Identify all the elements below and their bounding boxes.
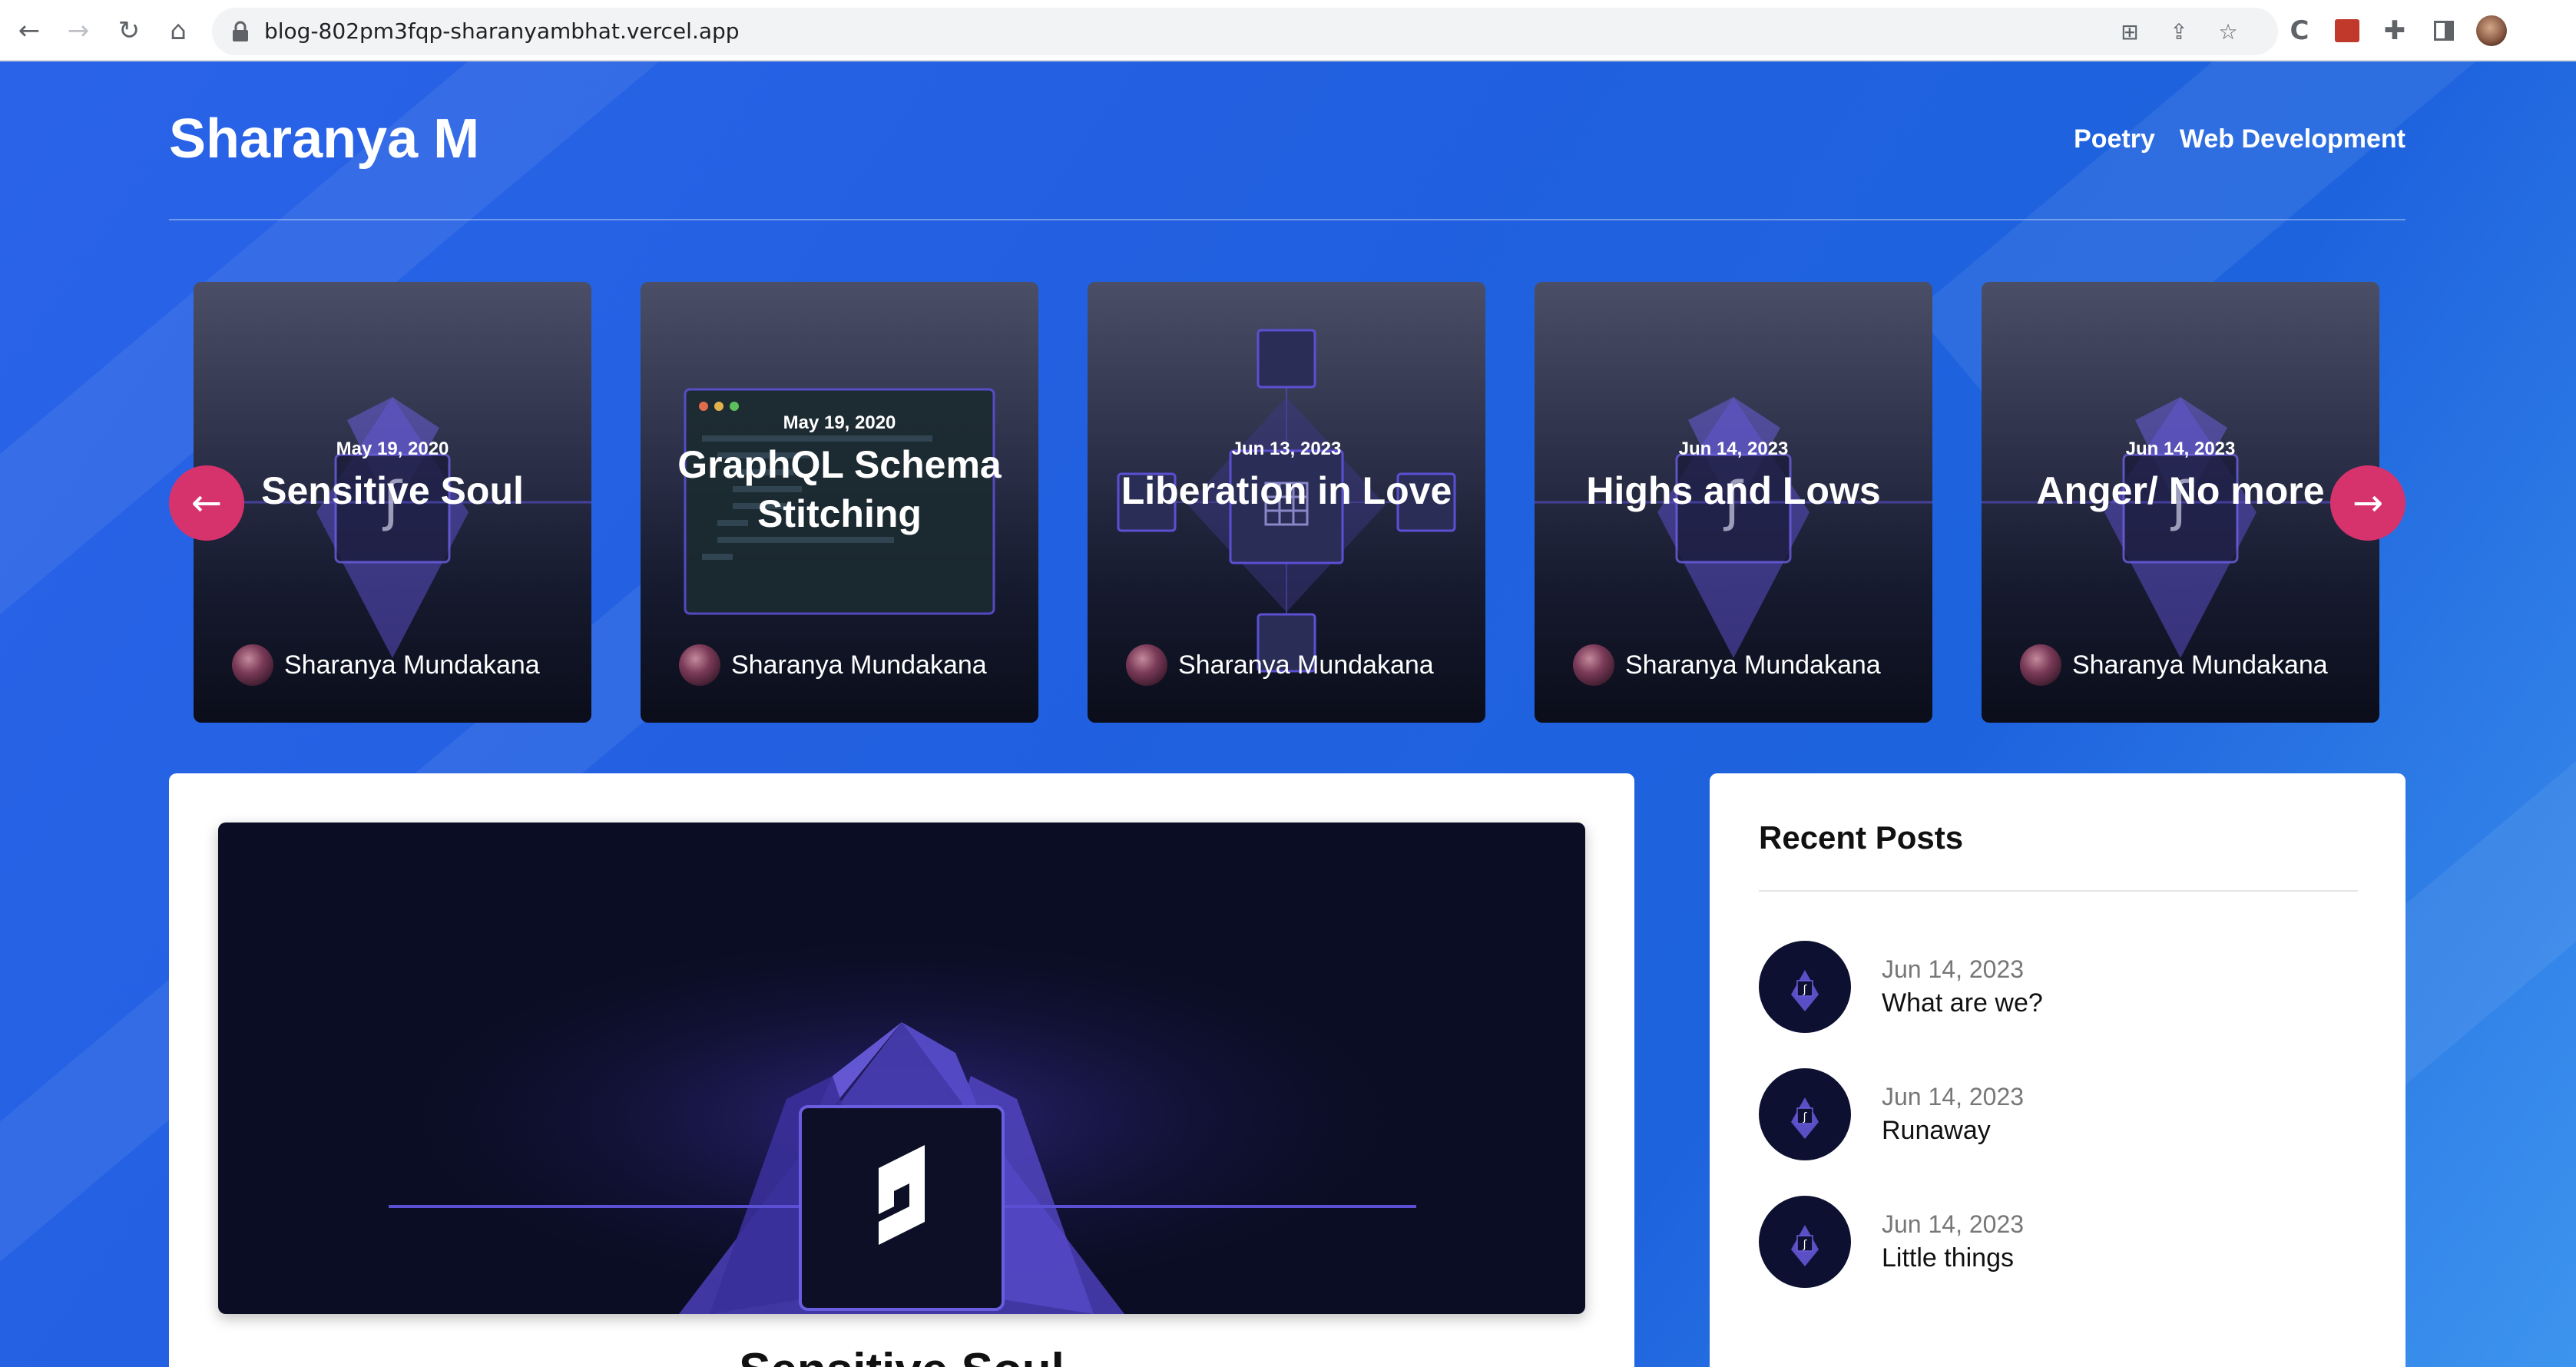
recent-posts-heading: Recent Posts [1759,819,1964,856]
author-name: Sharanya Mundakana [2072,650,2328,680]
card-date: Jun 13, 2023 [1231,439,1342,459]
address-bar[interactable]: blog-802pm3fqp-sharanyambhat.vercel.app … [212,8,2278,55]
graphcms-illustration [218,823,1585,1314]
recent-post-date: Jun 14, 2023 [1882,955,2025,983]
browser-toolbar: ← → ↻ ⌂ blog-802pm3fqp-sharanyambhat.ver… [0,0,2576,61]
author-avatar [1126,644,1167,686]
card-date: Jun 14, 2023 [2125,439,2236,459]
recent-post-item[interactable]: ʃ Jun 14, 2023 Runaway [1759,1068,2024,1160]
header-divider [169,219,2405,220]
card-date: May 19, 2020 [336,439,449,459]
author-avatar [679,644,720,686]
recent-post-date: Jun 14, 2023 [1882,1083,2025,1110]
back-icon[interactable]: ← [12,14,46,48]
recent-posts-divider [1759,890,2358,892]
translate-icon[interactable]: ⊞ [2117,18,2143,45]
lock-icon [233,21,248,41]
url-text: blog-802pm3fqp-sharanyambhat.vercel.app [264,18,740,44]
carousel-card[interactable]: ʃ Jun 14, 2023 Anger/ No more Sharanya M… [1982,282,2379,723]
author-avatar [2020,644,2061,686]
card-author: Sharanya Mundakana [1573,644,1881,686]
share-icon[interactable]: ⇪ [2166,18,2192,45]
author-name: Sharanya Mundakana [284,650,540,680]
card-title[interactable]: Liberation in Love [1088,466,1485,515]
featured-post: Sensitive Soul [169,773,1634,1367]
author-avatar [1573,644,1614,686]
graphcms-thumbnail-icon: ʃ [1791,1225,1819,1266]
side-panel-icon[interactable] [2427,14,2461,48]
site-title[interactable]: Sharanya M [169,108,479,170]
carousel-card[interactable]: ʃ May 19, 2020 Sensitive Soul Sharanya M… [194,282,591,723]
card-author: Sharanya Mundakana [2020,644,2328,686]
author-name: Sharanya Mundakana [1625,650,1881,680]
card-date: Jun 14, 2023 [1678,439,1789,459]
recent-post-item[interactable]: ʃ Jun 14, 2023 What are we? [1759,941,2043,1033]
carousel-prev-button[interactable]: ← [169,465,244,541]
extension-c-icon[interactable]: C [2283,14,2316,48]
recent-post-title[interactable]: Runaway [1882,1116,2024,1146]
svg-text:ʃ: ʃ [1803,1111,1807,1124]
carousel-card[interactable]: ʃ Jun 14, 2023 Highs and Lows Sharanya M… [1535,282,1932,723]
featured-post-title[interactable]: Sensitive Soul [169,1343,1634,1367]
extensions-puzzle-icon[interactable]: ✚ [2378,14,2412,48]
forward-icon[interactable]: → [61,14,95,48]
extension-red-icon[interactable] [2330,14,2364,48]
recent-post-date: Jun 14, 2023 [1882,1210,2025,1238]
carousel-next-button[interactable]: → [2330,465,2405,541]
home-icon[interactable]: ⌂ [161,14,195,48]
recent-post-thumbnail[interactable]: ʃ [1759,1196,1851,1288]
recent-post-item[interactable]: ʃ Jun 14, 2023 Little things [1759,1196,2024,1288]
featured-post-image[interactable] [218,823,1585,1314]
graphcms-thumbnail-icon: ʃ [1791,970,1819,1011]
card-title[interactable]: GraphQL Schema Stitching [641,440,1038,538]
author-name: Sharanya Mundakana [731,650,987,680]
svg-text:ʃ: ʃ [1803,1239,1807,1251]
recent-posts-widget: Recent Posts ʃ Jun 14, 2023 What are we? [1710,773,2405,1367]
main-nav: Poetry Web Development [2074,124,2405,154]
bookmark-star-icon[interactable]: ☆ [2215,18,2241,45]
page-background: Sharanya M Poetry Web Development ʃ May … [0,61,2576,1367]
card-author: Sharanya Mundakana [232,644,540,686]
card-author: Sharanya Mundakana [679,644,987,686]
graphcms-thumbnail-icon: ʃ [1791,1097,1819,1139]
card-author: Sharanya Mundakana [1126,644,1434,686]
reload-icon[interactable]: ↻ [112,14,146,48]
profile-avatar[interactable] [2475,14,2508,48]
carousel-card[interactable]: May 19, 2020 GraphQL Schema Stitching Sh… [641,282,1038,723]
author-name: Sharanya Mundakana [1178,650,1434,680]
svg-text:ʃ: ʃ [1803,984,1807,996]
card-title[interactable]: Highs and Lows [1535,466,1932,515]
card-date: May 19, 2020 [783,412,896,433]
recent-post-thumbnail[interactable]: ʃ [1759,941,1851,1033]
carousel-card[interactable]: Jun 13, 2023 Liberation in Love Sharanya… [1088,282,1485,723]
recent-post-title[interactable]: Little things [1882,1243,2024,1273]
card-title[interactable]: Sensitive Soul [194,466,591,515]
nav-poetry-link[interactable]: Poetry [2074,124,2155,154]
nav-web-development-link[interactable]: Web Development [2180,124,2405,154]
author-avatar [232,644,273,686]
card-title[interactable]: Anger/ No more [1982,466,2379,515]
recent-post-title[interactable]: What are we? [1882,988,2043,1018]
recent-post-thumbnail[interactable]: ʃ [1759,1068,1851,1160]
